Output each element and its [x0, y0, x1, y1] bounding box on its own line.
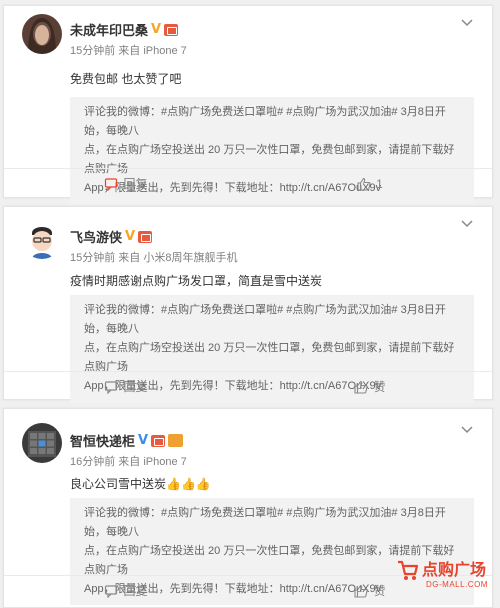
action-bar: 回复 赞	[4, 371, 492, 401]
comment-card-1: 未成年印巴桑 V 15分钟前 来自 iPhone 7 免费包邮 也太赞了吧 评论…	[3, 5, 493, 204]
like-label: 赞	[373, 380, 386, 394]
reply-button[interactable]: 回复	[4, 576, 248, 605]
member-badge-icon	[138, 230, 153, 243]
reply-label: 回复	[123, 380, 148, 394]
cart-logo-icon	[398, 560, 419, 580]
username[interactable]: 飞鸟游侠 V	[70, 227, 153, 246]
comment-card-2: 飞鸟游侠 V 15分钟前 来自 小米8周年旗舰手机 疫情时期感谢点购广场发口罩，…	[3, 206, 493, 402]
username-text[interactable]: 未成年印巴桑	[70, 20, 148, 39]
reply-icon	[105, 177, 118, 191]
reply-icon	[105, 584, 118, 598]
username[interactable]: 未成年印巴桑 V	[70, 20, 179, 39]
thumbs-up-icon	[357, 177, 371, 191]
watermark-title: 点购广场	[422, 562, 487, 579]
member-badge-icon	[164, 23, 179, 36]
like-label: 赞	[373, 584, 386, 598]
reply-icon	[105, 380, 118, 394]
like-button[interactable]: 1	[248, 169, 492, 198]
member-badge-icon	[151, 434, 166, 447]
avatar[interactable]	[22, 14, 62, 54]
comment-text: 疫情时期感谢点购广场发口罩，简直是雪中送炭	[70, 274, 323, 288]
reply-label: 回复	[123, 584, 148, 598]
chevron-down-icon[interactable]	[460, 423, 474, 437]
verified-v-icon: V	[151, 22, 162, 37]
username[interactable]: 智恒快递柜 V	[70, 431, 184, 450]
dg-mall-watermark: 点购广场 DG-MALL.COM	[396, 556, 496, 604]
chevron-down-icon[interactable]	[460, 16, 474, 30]
like-button[interactable]: 赞	[248, 372, 492, 401]
action-bar: 回复 1	[4, 168, 492, 198]
thumbs-up-icon	[354, 380, 369, 394]
verified-v-icon: V	[125, 229, 136, 244]
gold-badge-icon	[168, 434, 184, 447]
comment-text: 良心公司雪中送炭👍👍👍	[70, 477, 211, 491]
watermark-url: DG-MALL.COM	[426, 580, 488, 589]
username-text[interactable]: 智恒快递柜	[70, 431, 135, 450]
comment-text: 免费包邮 也太赞了吧	[70, 72, 182, 86]
quote-line: 评论我的微博：#点购广场免费送口罩啦# #点购广场为武汉加油# 3月8日开始，每…	[84, 106, 446, 137]
post-meta: 15分钟前 来自 小米8周年旗舰手机	[70, 252, 238, 264]
chevron-down-icon[interactable]	[460, 217, 474, 231]
reply-button[interactable]: 回复	[4, 372, 248, 401]
post-meta: 16分钟前 来自 iPhone 7	[70, 456, 187, 468]
verified-v-icon: V	[138, 433, 149, 448]
thumbs-up-icon	[354, 584, 369, 598]
reply-button[interactable]: 回复	[4, 169, 248, 198]
reply-label: 回复	[123, 177, 148, 191]
quote-line: 评论我的微博：#点购广场免费送口罩啦# #点购广场为武汉加油# 3月8日开始，每…	[84, 507, 446, 538]
avatar[interactable]	[22, 219, 62, 259]
avatar[interactable]	[22, 423, 62, 463]
like-count: 1	[376, 176, 383, 191]
username-text[interactable]: 飞鸟游侠	[70, 227, 122, 246]
quote-line: 评论我的微博：#点购广场免费送口罩啦# #点购广场为武汉加油# 3月8日开始，每…	[84, 304, 446, 335]
post-meta: 15分钟前 来自 iPhone 7	[70, 45, 187, 57]
